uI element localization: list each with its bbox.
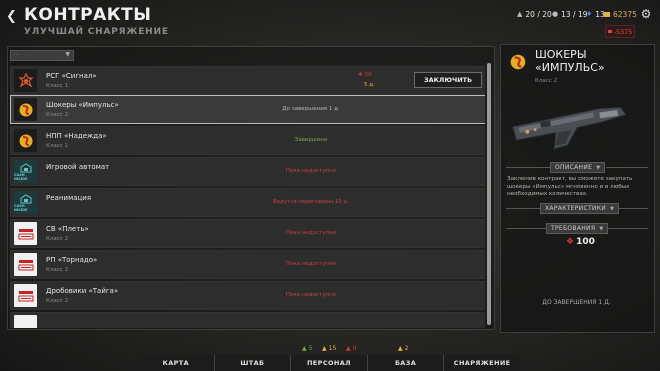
contract-name: Игровой автомат [46, 163, 110, 171]
sign-contract-button[interactable]: ЗАКЛЮЧИТЬ [414, 72, 482, 88]
contract-class: Класс 2 [46, 298, 69, 304]
cash-inside-logo: CASH INSIDE [14, 160, 37, 183]
contract-name: Реанимация [46, 194, 92, 202]
tab-hq[interactable]: ШТАБ [214, 355, 292, 371]
contract-name: РСГ «Сигнал» [46, 72, 97, 80]
page-title: КОНТРАКТЫ [24, 5, 152, 25]
contract-row-nadezhda[interactable]: НПП «Надежда» Класс 1 Завершено [10, 126, 485, 155]
contract-status: До завершения 1 д. [282, 106, 340, 112]
divider [506, 228, 546, 229]
contract-status: Ведутся переговоры 10 д. [272, 199, 350, 205]
filter-dropdown[interactable]: ... ▼ [10, 50, 74, 61]
detail-class: Класс 2 [535, 78, 558, 84]
contract-status: Завершено [294, 137, 328, 143]
contract-duration: 5 д. [364, 82, 375, 88]
contracts-list: РСГ «Сигнал» Класс 1 ❖ 50 5 д. ЗАКЛЮЧИТЬ… [10, 63, 485, 328]
detail-description: Заключив контракт, вы сможете закупать ш… [507, 176, 633, 197]
back-arrow-icon[interactable]: ❮ [6, 10, 17, 23]
person-icon: ● [552, 10, 559, 18]
divider [506, 167, 550, 168]
requirements-toggle[interactable]: ТРЕБОВАНИЯ ▼ [546, 223, 609, 234]
alert-icon: ▲ [346, 345, 351, 352]
unit-icon: ▲ [517, 10, 523, 18]
contract-status: Пока недоступно [285, 230, 337, 236]
contract-class: Класс 2 [46, 112, 69, 118]
personnel-badge-red: ▲ 0 [346, 345, 357, 352]
contract-row-impulse[interactable]: Шокеры «Импульс» Класс 2 До завершения 1… [10, 95, 485, 124]
detail-price: ❖ 100 [566, 237, 595, 247]
page-subtitle: УЛУЧШАЙ СНАРЯЖЕНИЕ [24, 27, 169, 37]
detail-completion: ДО ЗАВЕРШЕНИЯ 1 Д. [542, 299, 611, 306]
people-icon: ▲ [322, 345, 327, 352]
bottom-navigation: КАРТА ШТАБ ПЕРСОНАЛ БАЗА СНАРЯЖЕНИЕ [138, 355, 520, 371]
contract-status: Пока недоступно [285, 292, 337, 298]
contract-row-signal[interactable]: РСГ «Сигнал» Класс 1 ❖ 50 5 д. ЗАКЛЮЧИТЬ [10, 66, 485, 95]
chevron-down-icon: ▼ [599, 225, 604, 232]
tab-base[interactable]: БАЗА [367, 355, 445, 371]
diamond-icon: ❖ [358, 72, 363, 78]
gun-brand-logo [14, 222, 37, 245]
gun-brand-logo [14, 315, 37, 328]
settings-gear-icon[interactable]: ⚙ [637, 5, 655, 23]
contract-row-reanimation[interactable]: CASH INSIDE Реанимация Ведутся переговор… [10, 188, 485, 217]
description-toggle[interactable]: ОПИСАНИЕ ▼ [550, 162, 606, 173]
people-counter: ● 13 / 19 [552, 9, 588, 19]
contract-name: Дробовики «Тайга» [46, 287, 119, 295]
impulse-logo [506, 50, 529, 73]
tab-map[interactable]: КАРТА [138, 355, 215, 371]
chevron-down-icon: ▼ [610, 205, 615, 212]
stun-gun-image [511, 106, 627, 150]
intel-icon: ♦ [586, 10, 593, 18]
divider [606, 167, 648, 168]
contract-row-slot-machine[interactable]: CASH INSIDE Игровой автомат Пока недосту… [10, 157, 485, 186]
contract-status: Пока недоступно [285, 261, 337, 267]
intel-counter: ♦ 13 [586, 9, 605, 19]
money-counter: 62375 [604, 8, 637, 20]
filter-value: ... [14, 51, 19, 57]
contract-row-tornado[interactable]: РП «Торнадо» Класс 2 Пока недоступно [10, 250, 485, 279]
scrollbar-thumb[interactable] [487, 63, 491, 325]
contract-row-partial[interactable] [10, 312, 485, 328]
contract-class: Класс 1 [46, 83, 69, 89]
detail-title: ШОКЕРЫ «ИМПУЛЬС» [535, 48, 605, 74]
contract-name: СВ «Плеть» [46, 225, 89, 233]
signal-logo [14, 69, 37, 92]
debt-icon [607, 30, 612, 33]
base-badge: ▲ 2 [398, 345, 409, 352]
impulse-logo [14, 98, 37, 121]
divider [506, 208, 540, 209]
chevron-down-icon: ▼ [596, 164, 601, 171]
gun-brand-logo [14, 284, 37, 307]
build-icon: ▲ [398, 345, 403, 352]
chevron-down-icon: ▼ [65, 51, 70, 58]
contract-name: Шокеры «Импульс» [46, 101, 119, 109]
contract-class: Класс 2 [46, 236, 69, 242]
contract-class: Класс 2 [46, 267, 69, 273]
personnel-badge-gold: ▲ 15 [322, 345, 337, 352]
personnel-badge-green: ▲ 5 [302, 345, 313, 352]
tab-personnel[interactable]: ПЕРСОНАЛ [291, 355, 368, 371]
people-icon: ▲ [302, 345, 307, 352]
nadezhda-logo [14, 129, 37, 152]
divider [608, 228, 648, 229]
cash-inside-logo: CASH INSIDE [14, 191, 37, 214]
contract-cost: ❖ 50 [358, 72, 372, 78]
contract-class: Класс 1 [46, 143, 69, 149]
contract-status: Пока недоступно [285, 168, 337, 174]
units-counter: ▲ 20 / 20 [517, 9, 552, 19]
contract-row-plet[interactable]: СВ «Плеть» Класс 2 Пока недоступно [10, 219, 485, 248]
contract-name: РП «Торнадо» [46, 256, 98, 264]
contract-name: НПП «Надежда» [46, 132, 107, 140]
money-icon [604, 11, 610, 17]
debt-badge: -5375 [605, 25, 635, 38]
gun-brand-logo [14, 253, 37, 276]
features-toggle[interactable]: ХАРАКТЕРИСТИКИ ▼ [540, 203, 620, 214]
contract-row-taiga[interactable]: Дробовики «Тайга» Класс 2 Пока недоступн… [10, 281, 485, 310]
tab-equipment[interactable]: СНАРЯЖЕНИЕ [444, 355, 520, 371]
diamond-icon: ❖ [566, 237, 575, 247]
